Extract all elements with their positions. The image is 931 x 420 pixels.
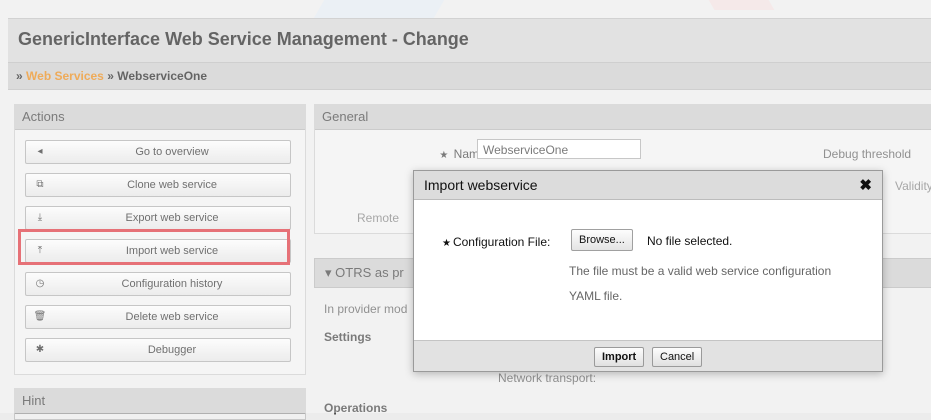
file-hint-text: YAML file. — [569, 289, 623, 303]
import-button[interactable]: Import — [594, 347, 645, 367]
file-status-text: No file selected. — [647, 234, 733, 248]
dialog-title: Import webservice — [424, 177, 538, 193]
required-star-icon: ★ — [442, 238, 451, 249]
dialog-header: Import webservice ✖ — [414, 171, 882, 200]
configuration-file-label: ★ Configuration File: — [442, 235, 551, 249]
browse-button[interactable]: Browse... — [571, 229, 633, 251]
close-icon[interactable]: ✖ — [859, 176, 872, 194]
file-hint-text: The file must be a valid web service con… — [569, 264, 832, 278]
dialog-footer: Import Cancel — [414, 340, 882, 371]
import-webservice-dialog: Import webservice ✖ ★ Configuration File:… — [413, 170, 883, 372]
cancel-button[interactable]: Cancel — [652, 347, 703, 367]
